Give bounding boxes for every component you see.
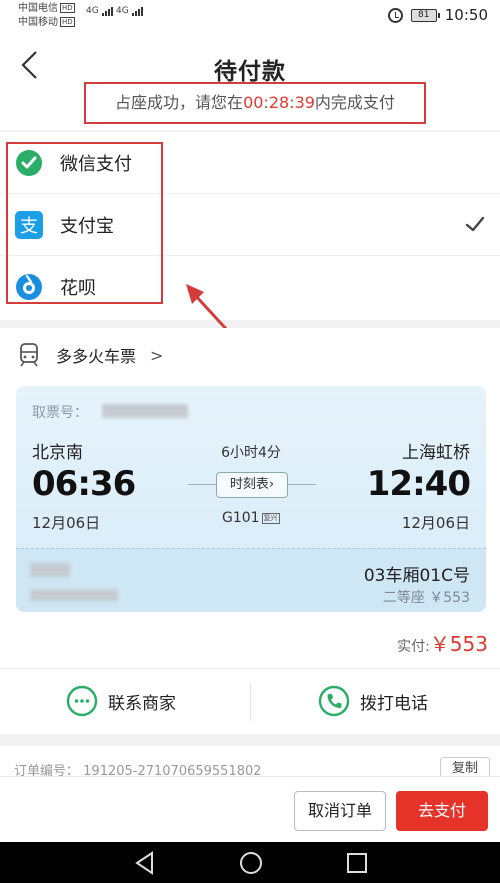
svg-text:支: 支 xyxy=(20,216,38,237)
contact-merchant-button[interactable]: 联系商家 xyxy=(66,685,176,717)
chat-icon xyxy=(66,685,98,717)
redacted-passenger-name xyxy=(30,563,70,577)
payment-option-label: 支付宝 xyxy=(60,216,114,237)
hd-badge-2: HD xyxy=(60,17,75,27)
timetable-label: 时刻表 xyxy=(229,477,269,492)
call-phone-label: 拨打电话 xyxy=(360,693,428,714)
status-right: 81 10:50 xyxy=(387,6,488,24)
payment-option-huabei[interactable]: 花呗 xyxy=(0,256,500,318)
payment-methods: 微信支付 支 支付宝 花呗 xyxy=(0,132,500,320)
nav-recents-icon[interactable] xyxy=(344,850,370,876)
nav-back-icon[interactable] xyxy=(132,850,158,876)
contact-merchant-label: 联系商家 xyxy=(108,693,176,714)
copy-order-button[interactable]: 复制 xyxy=(440,757,490,776)
timeline-right xyxy=(288,484,316,485)
countdown-timer: 00:28:39 xyxy=(243,93,315,112)
order-number-value: 191205-271070659551802 xyxy=(83,764,262,776)
alarm-icon xyxy=(387,7,403,23)
page-header: 待付款 占座成功，请您在00:28:39内完成支付 xyxy=(0,34,500,130)
timeline-left xyxy=(188,484,216,485)
huabei-icon xyxy=(16,274,42,300)
cancel-order-button[interactable]: 取消订单 xyxy=(294,791,386,831)
ticket-section: 多多火车票 > 取票号： 北京南 上海虹桥 06:36 12:40 12月06日… xyxy=(0,328,500,668)
payment-deadline-notice: 占座成功，请您在00:28:39内完成支付 xyxy=(84,82,426,124)
trip-duration: 6小时4分 xyxy=(221,445,281,461)
carrier-1: 中国电信 HD xyxy=(18,3,75,15)
total-paid-amount: ￥553 xyxy=(429,632,488,656)
carrier-2: 中国移动 HD xyxy=(18,17,75,29)
network-type-2: 4G xyxy=(116,6,129,16)
order-number-label: 订单编号： xyxy=(14,764,80,776)
contact-row: 联系商家 拨打电话 xyxy=(0,668,500,734)
payment-option-label: 微信支付 xyxy=(60,154,132,175)
merchant-link[interactable]: 多多火车票 > xyxy=(16,342,163,368)
ticket-card: 取票号： 北京南 上海虹桥 06:36 12:40 12月06日 12月06日 … xyxy=(16,386,486,612)
train-number: G101 复兴 xyxy=(222,510,280,526)
signal-icon-2: 4G xyxy=(116,6,144,16)
divider xyxy=(250,683,251,721)
total-paid: 实付:￥553 xyxy=(397,628,488,657)
ticket-passenger: 03车厢01C号 二等座 ￥553 xyxy=(16,548,486,612)
seat-class-price: 二等座 ￥553 xyxy=(382,590,470,606)
ticket-journey: 取票号： 北京南 上海虹桥 06:36 12:40 12月06日 12月06日 … xyxy=(16,386,486,548)
seat-number: 03车厢01C号 xyxy=(363,566,470,586)
page-title: 待付款 xyxy=(214,59,286,85)
carrier-1-label: 中国电信 xyxy=(18,3,58,14)
signal-icon: 4G xyxy=(86,6,114,16)
carrier-2-label: 中国移动 xyxy=(18,17,58,28)
alipay-icon: 支 xyxy=(15,211,43,239)
system-nav-bar xyxy=(0,842,500,883)
pay-now-button[interactable]: 去支付 xyxy=(396,791,488,831)
wechat-pay-icon xyxy=(16,150,42,176)
network-type: 4G xyxy=(86,6,99,16)
train-icon xyxy=(20,343,38,367)
notice-suffix: 内完成支付 xyxy=(314,93,395,112)
payment-option-label: 花呗 xyxy=(60,278,96,299)
merchant-name: 多多火车票 xyxy=(56,347,137,366)
status-bar: 中国电信 HD 中国移动 HD 4G 4G 81 10:50 xyxy=(0,0,500,34)
clock: 10:50 xyxy=(444,6,488,24)
action-bar: 取消订单 去支付 xyxy=(0,776,500,842)
hd-badge: HD xyxy=(60,3,75,13)
ticket-number-label: 取票号： xyxy=(32,405,88,421)
arrival-time: 12:40 xyxy=(366,464,471,504)
redacted-ticket-number xyxy=(102,404,188,418)
battery-icon: 81 xyxy=(410,8,440,22)
timetable-button[interactable]: 时刻表› xyxy=(216,472,288,498)
nav-home-icon[interactable] xyxy=(238,850,264,876)
arrival-date: 12月06日 xyxy=(401,514,470,532)
train-type-tag: 复兴 xyxy=(261,512,280,524)
check-icon xyxy=(465,216,485,232)
order-info: 订单编号： 191205-271070659551802 复制 xyxy=(0,746,500,776)
chevron-right-icon: > xyxy=(150,345,164,365)
phone-icon xyxy=(318,685,350,717)
notice-prefix: 占座成功，请您在 xyxy=(115,93,244,112)
departure-date: 12月06日 xyxy=(32,514,101,532)
departure-time: 06:36 xyxy=(32,464,136,504)
chevron-right-icon: › xyxy=(268,477,275,492)
train-number-label: G101 xyxy=(222,510,260,526)
call-phone-button[interactable]: 拨打电话 xyxy=(318,685,428,717)
payment-option-alipay[interactable]: 支 支付宝 xyxy=(0,194,500,256)
total-paid-label: 实付: xyxy=(397,639,430,655)
order-number: 订单编号： 191205-271070659551802 xyxy=(14,760,262,776)
redacted-passenger-id xyxy=(30,589,118,601)
payment-option-wechat[interactable]: 微信支付 xyxy=(0,132,500,194)
